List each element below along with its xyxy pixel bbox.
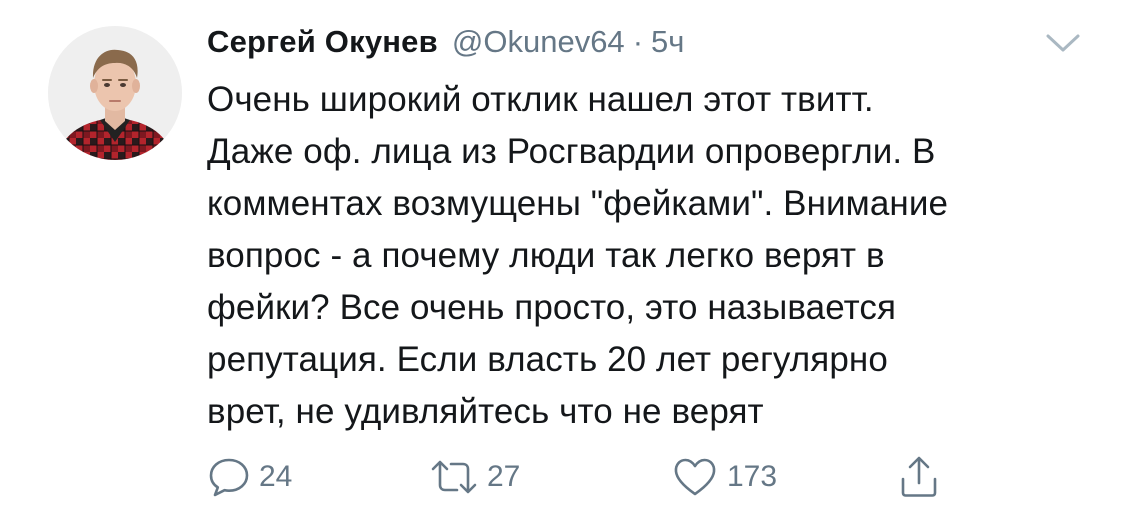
like-button[interactable]: 173 (671, 452, 777, 502)
retweet-icon (429, 455, 479, 499)
share-button[interactable] (897, 452, 941, 502)
share-icon (897, 453, 941, 501)
author-name[interactable]: Сергей Окунев (207, 24, 438, 60)
tweet-text: Очень широкий отклик нашел этот твитт. Д… (207, 80, 949, 431)
chevron-down-icon[interactable] (1044, 30, 1082, 56)
avatar-image (48, 26, 182, 160)
heart-icon (671, 455, 719, 499)
avatar[interactable] (48, 26, 182, 160)
retweet-count: 27 (487, 460, 521, 493)
retweet-button[interactable]: 27 (429, 452, 520, 502)
like-count: 173 (727, 460, 778, 493)
reply-count: 24 (259, 460, 293, 493)
tweet-timestamp[interactable]: 5ч (651, 24, 684, 60)
tweet-actions: 24 27 173 (207, 452, 967, 502)
tweet-header: Сергей Окунев @Okunev64 · 5ч (207, 24, 684, 68)
author-handle[interactable]: @Okunev64 (452, 24, 625, 60)
separator-dot: · (632, 24, 644, 59)
reply-button[interactable]: 24 (207, 452, 292, 502)
tweet[interactable]: Сергей Окунев @Okunev64 · 5ч Очень широк… (0, 0, 1125, 526)
reply-icon (207, 455, 251, 499)
